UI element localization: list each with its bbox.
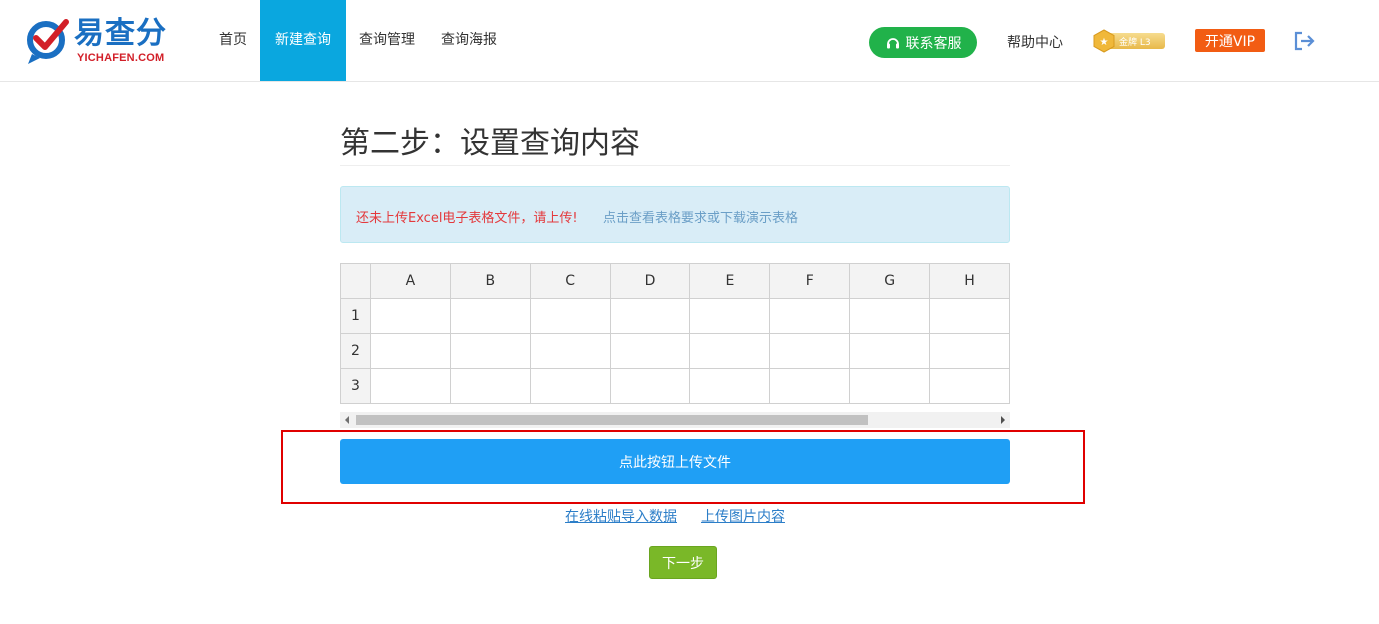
cell[interactable]: [449, 298, 531, 334]
cell[interactable]: [769, 298, 851, 334]
logout-button[interactable]: [1294, 31, 1316, 55]
contact-service-button[interactable]: 联系客服: [869, 27, 977, 58]
column-header: A: [369, 263, 451, 299]
cell[interactable]: [609, 368, 691, 404]
cell[interactable]: [369, 333, 451, 369]
nav-new-query[interactable]: 新建查询: [260, 0, 346, 81]
cell[interactable]: [689, 298, 771, 334]
cell[interactable]: [849, 368, 931, 404]
paste-import-link[interactable]: 在线粘贴导入数据: [565, 506, 677, 526]
cell[interactable]: [449, 333, 531, 369]
next-step-button[interactable]: 下一步: [649, 546, 717, 579]
site-logo[interactable]: 易查分 YICHAFEN.COM: [26, 14, 176, 66]
spreadsheet-preview: A B C D E F G H 1 2 3: [340, 263, 1010, 428]
cell[interactable]: [529, 333, 611, 369]
main-nav: 首页 新建查询 查询管理 查询海报: [206, 0, 510, 81]
cell[interactable]: [689, 333, 771, 369]
cell[interactable]: [609, 333, 691, 369]
column-header: H: [929, 263, 1010, 299]
cell[interactable]: [849, 333, 931, 369]
cell[interactable]: [929, 333, 1010, 369]
top-header: 易查分 YICHAFEN.COM 首页 新建查询 查询管理 查询海报 联系客服 …: [0, 0, 1379, 82]
scroll-left-icon[interactable]: [345, 416, 349, 424]
cell[interactable]: [849, 298, 931, 334]
cell[interactable]: [529, 298, 611, 334]
open-vip-button[interactable]: 开通VIP: [1195, 29, 1265, 52]
upload-alert: 还未上传Excel电子表格文件，请上传! 点击查看表格要求或下载演示表格: [340, 186, 1010, 243]
row-header: 1: [340, 298, 371, 334]
table-row: 1: [340, 298, 1010, 334]
table-row: 2: [340, 333, 1010, 369]
cell[interactable]: [449, 368, 531, 404]
cell[interactable]: [609, 298, 691, 334]
row-header: 2: [340, 333, 371, 369]
horizontal-scrollbar[interactable]: [340, 412, 1010, 428]
badge-label: 金牌 L3: [1119, 38, 1151, 48]
member-badge[interactable]: ★ 金牌 L3: [1093, 29, 1165, 53]
logout-icon: [1294, 31, 1315, 51]
svg-text:★: ★: [1100, 37, 1109, 48]
column-header: F: [769, 263, 851, 299]
cell[interactable]: [929, 368, 1010, 404]
upload-image-link[interactable]: 上传图片内容: [701, 506, 785, 526]
nav-query-manage[interactable]: 查询管理: [346, 0, 428, 81]
cell[interactable]: [769, 368, 851, 404]
scroll-right-icon[interactable]: [1001, 416, 1005, 424]
title-divider: [340, 165, 1010, 166]
page-title: 第二步：设置查询内容: [340, 126, 640, 161]
logo-subtext: YICHAFEN.COM: [77, 52, 165, 64]
nav-query-poster[interactable]: 查询海报: [428, 0, 510, 81]
hexagon-medal-icon: ★: [1093, 29, 1115, 53]
header-row: A B C D E F G H: [340, 263, 1010, 299]
table-row: 3: [340, 368, 1010, 404]
column-header: D: [609, 263, 691, 299]
cell[interactable]: [929, 298, 1010, 334]
column-header: B: [449, 263, 531, 299]
cell[interactable]: [769, 333, 851, 369]
cell[interactable]: [369, 298, 451, 334]
cell[interactable]: [369, 368, 451, 404]
table-requirements-link[interactable]: 点击查看表格要求或下载演示表格: [603, 207, 798, 226]
row-header: 3: [340, 368, 371, 404]
scroll-thumb[interactable]: [356, 415, 868, 425]
highlight-box: [281, 430, 1085, 504]
logo-text: 易查分: [74, 16, 167, 51]
nav-home[interactable]: 首页: [206, 0, 260, 81]
logo-check-icon: [27, 19, 69, 64]
spreadsheet-grid: A B C D E F G H 1 2 3: [340, 263, 1010, 404]
corner-cell: [340, 263, 371, 299]
headset-icon: [886, 37, 899, 48]
cell[interactable]: [529, 368, 611, 404]
alert-warning-text: 还未上传Excel电子表格文件，请上传!: [356, 211, 578, 226]
column-header: G: [849, 263, 931, 299]
column-header: E: [689, 263, 771, 299]
help-center-link[interactable]: 帮助中心: [1007, 32, 1063, 52]
cell[interactable]: [689, 368, 771, 404]
column-header: C: [529, 263, 611, 299]
contact-service-label: 联系客服: [905, 35, 962, 52]
